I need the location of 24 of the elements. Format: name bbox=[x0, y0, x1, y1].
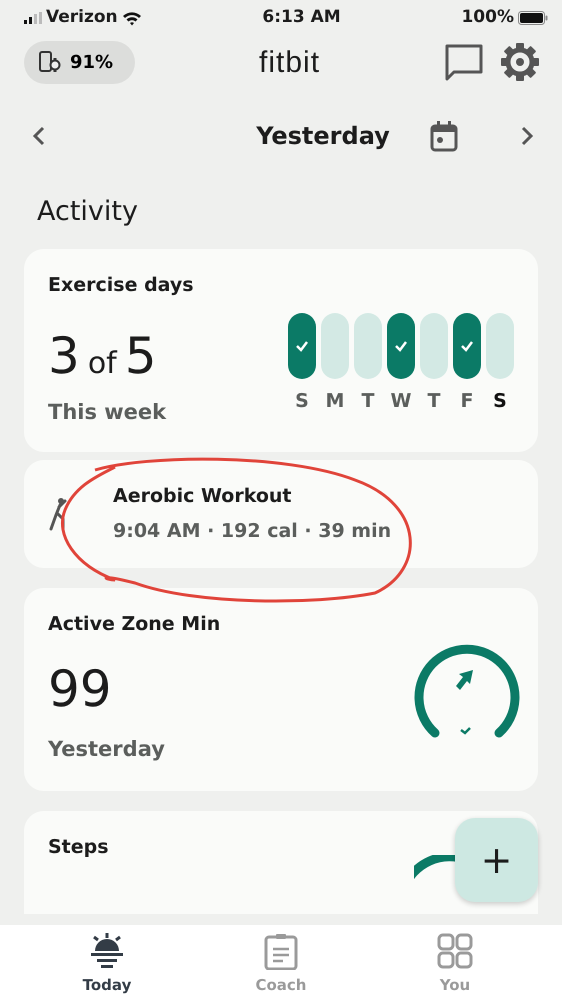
carrier-name: Verizon bbox=[46, 6, 118, 30]
card-subtitle: Yesterday bbox=[48, 736, 166, 763]
app-logo: fitbit bbox=[259, 44, 320, 80]
day-label: M bbox=[324, 389, 346, 414]
zone-minutes-value: 99 bbox=[48, 664, 113, 714]
exercise-count: 3 bbox=[48, 331, 80, 381]
card-subtitle: This week bbox=[48, 399, 166, 426]
day-label: S bbox=[492, 389, 508, 414]
day-label: W bbox=[390, 389, 412, 414]
day-label: S bbox=[294, 389, 310, 414]
workout-title: Aerobic Workout bbox=[113, 484, 292, 509]
card-title: Active Zone Min bbox=[48, 612, 220, 636]
workout-details: 9:04 AM · 192 cal · 39 min bbox=[113, 518, 392, 544]
count-separator: of bbox=[88, 349, 117, 379]
card-title: Steps bbox=[48, 834, 109, 860]
day-label: T bbox=[426, 389, 442, 414]
day-label: T bbox=[360, 389, 376, 414]
exercise-goal: 5 bbox=[124, 331, 157, 381]
section-heading: Activity bbox=[36, 195, 139, 229]
battery-percent: 100% bbox=[461, 6, 514, 30]
card-title: Exercise days bbox=[48, 272, 195, 298]
day-label: F bbox=[460, 389, 474, 414]
date-label: Yesterday bbox=[256, 121, 390, 152]
status-time: 6:13 AM bbox=[262, 6, 341, 30]
